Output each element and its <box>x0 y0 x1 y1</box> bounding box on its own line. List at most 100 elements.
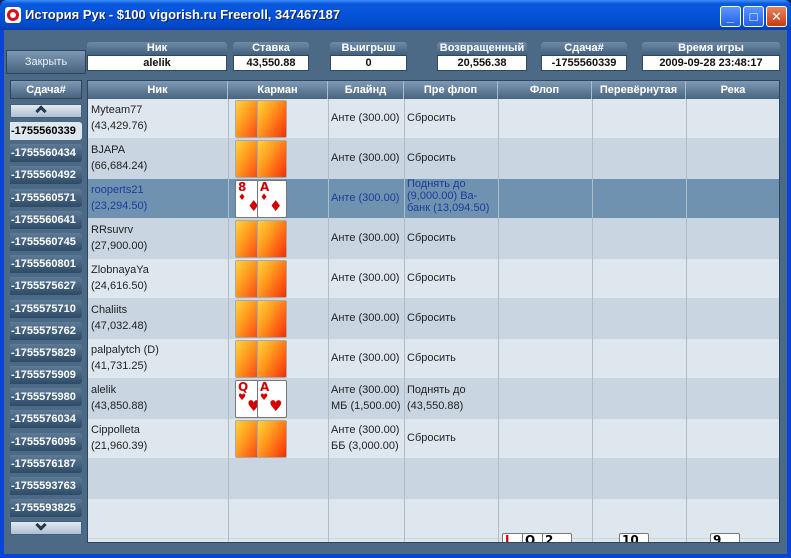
player-nick: BJAPA <box>91 144 126 156</box>
deals-scroll-up-button[interactable] <box>10 104 82 118</box>
close-window-button[interactable]: ✕ <box>766 6 787 27</box>
player-nick: RRsuvrv <box>91 224 134 236</box>
column-divider <box>228 99 229 542</box>
deal-item[interactable]: -1755575627 <box>10 277 82 296</box>
table-row[interactable]: Chaliits (47,032.48) Анте (300.00) Сбросить <box>88 299 779 342</box>
deal-item[interactable]: -1755560801 <box>10 255 82 274</box>
player-stack: (24,616.50) <box>91 280 148 292</box>
player-cell: Cippolleta (21,960.39) <box>91 422 226 462</box>
deal-item[interactable]: -1755576095 <box>10 432 82 451</box>
header-deal-value: -1755560339 <box>541 55 627 71</box>
table-row[interactable]: BJAPA (66,684.24) Анте (300.00) Сбросить <box>88 139 779 182</box>
column-divider <box>328 99 329 542</box>
column-header[interactable]: Карман <box>228 81 328 99</box>
deal-item[interactable]: -1755575829 <box>10 343 82 362</box>
hole-cards <box>231 300 291 338</box>
deal-item[interactable]: -1755593763 <box>10 477 82 495</box>
player-cell: Chaliits (47,032.48) <box>91 302 226 342</box>
deal-item[interactable]: -1755560339 <box>10 122 82 140</box>
blind-ante: Анте (300.00) <box>331 424 400 436</box>
table-row[interactable]: alelik (43,850.88) Q ♥ ♥ A ♥ ♥ Анте (300.00) МБ (… <box>88 379 779 422</box>
deals-scroll-down-button[interactable] <box>10 519 82 536</box>
minimize-icon: _ <box>726 9 735 24</box>
playing-card: 9♠♠ <box>710 533 740 542</box>
table-row[interactable]: ZlobnayaYa (24,616.50) Анте (300.00) Сброси… <box>88 259 779 299</box>
card-back <box>257 100 287 138</box>
deal-item[interactable]: -1755575762 <box>10 321 82 340</box>
column-divider <box>686 99 687 542</box>
deal-item[interactable]: -1755575980 <box>10 388 82 407</box>
player-stack: (27,900.00) <box>91 240 148 252</box>
table-row[interactable]: palpalytch (D) (41,731.25) Анте (300.00) Сб… <box>88 339 779 379</box>
blind-ante: Анте (300.00) <box>331 232 400 244</box>
blind-cell: Анте (300.00) МБ (1,500.00) <box>331 382 405 422</box>
column-header[interactable]: Блайнд <box>328 81 404 99</box>
maximize-icon: □ <box>749 9 758 24</box>
table-row[interactable]: Cippolleta (21,960.39) Анте (300.00) ББ (3,… <box>88 419 779 462</box>
column-header[interactable]: Река <box>686 81 779 99</box>
blind-amount: ББ (3,000.00) <box>331 440 399 452</box>
deal-item[interactable]: -1755576034 <box>10 410 82 429</box>
preflop-action: Поднять до (9,000.00) Ва-банк (13,094.50… <box>407 178 490 214</box>
hole-cards: 8 ♦ ♦ A ♦ ♦ <box>231 180 291 218</box>
header-returned-label: Возвращенный <box>437 42 527 55</box>
deal-item[interactable]: -1755560745 <box>10 232 82 251</box>
hole-cards: Q ♥ ♥ A ♥ ♥ <box>231 380 291 418</box>
column-divider <box>498 99 499 542</box>
blind-cell: Анте (300.00) ББ (3,000.00) <box>331 422 405 462</box>
blind-ante: Анте (300.00) <box>331 112 400 124</box>
close-button[interactable]: Закрыть <box>6 50 86 74</box>
window-title: История Рук - $100 vigorish.ru Freeroll,… <box>25 7 341 22</box>
card-back <box>257 300 287 338</box>
playing-card: A ♥ ♥ <box>257 380 287 418</box>
minimize-button[interactable]: _ <box>720 6 741 27</box>
table-row[interactable]: rooperts21 (23,294.50) 8 ♦ ♦ A ♦ ♦ Анте (300.00)… <box>88 178 779 219</box>
table-row[interactable]: Myteam77 (43,429.76) Анте (300.00) Сбросить <box>88 99 779 139</box>
maximize-button[interactable]: □ <box>743 6 764 27</box>
player-nick: rooperts21 <box>91 184 144 196</box>
card-suit: ♦ <box>238 193 247 203</box>
player-cell: alelik (43,850.88) <box>91 382 226 422</box>
player-nick: ZlobnayaYa <box>91 264 149 276</box>
table-row[interactable]: RRsuvrv (27,900.00) Анте (300.00) Сбросить <box>88 219 779 259</box>
column-divider <box>404 99 405 542</box>
card-rank: 8 <box>238 180 247 194</box>
card-suit-pip: ♥ <box>269 397 283 415</box>
close-icon: ✕ <box>771 9 782 24</box>
header-returned: Возвращенный 20,556.38 <box>437 42 527 72</box>
empty-row <box>88 459 779 499</box>
card-back <box>257 260 287 298</box>
hole-cards <box>231 340 291 378</box>
column-header[interactable]: Флоп <box>498 81 592 99</box>
card-rank: A <box>260 180 270 194</box>
history-window: История Рук - $100 vigorish.ru Freeroll,… <box>0 0 791 558</box>
player-stack: (23,294.50) <box>91 200 148 212</box>
title-bar[interactable]: История Рук - $100 vigorish.ru Freeroll,… <box>0 0 791 30</box>
preflop-action: Поднять до (43,550.88) <box>407 384 466 412</box>
player-stack: (43,850.88) <box>91 400 148 412</box>
deal-item[interactable]: -1755560571 <box>10 188 82 207</box>
player-cell: BJAPA (66,684.24) <box>91 142 226 182</box>
card-rank: 2 <box>545 533 554 543</box>
deals-panel: Сдача# -1755560339 -1755560434 -1755560492… <box>10 80 82 542</box>
column-header[interactable]: Ник <box>88 81 228 99</box>
deal-item[interactable]: -1755576187 <box>10 454 82 473</box>
client-area: Закрыть Ник alelik Ставка 43,550.88 Выиг… <box>4 30 787 554</box>
card-rank: J <box>505 533 510 543</box>
deal-item[interactable]: -1755575909 <box>10 366 82 385</box>
deal-item[interactable]: -1755593825 <box>10 499 82 518</box>
column-header[interactable]: Перевёрнутая <box>592 81 686 99</box>
deal-item[interactable]: -1755560641 <box>10 210 82 229</box>
deal-item[interactable]: -1755560492 <box>10 166 82 185</box>
column-header[interactable]: Пре флоп <box>404 81 498 99</box>
card-rank: Q <box>238 380 249 394</box>
header-time: Время игры 2009-09-28 23:48:17 <box>642 42 780 72</box>
deal-item[interactable]: -1755560434 <box>10 144 82 163</box>
header-bet-label: Ставка <box>233 42 309 55</box>
chevron-down-icon <box>35 519 47 532</box>
card-suit: ♦ <box>260 193 269 203</box>
player-nick: alelik <box>91 384 117 396</box>
deal-item[interactable]: -1755575710 <box>10 299 82 318</box>
player-stack: (47,032.48) <box>91 320 148 332</box>
player-stack: (66,684.24) <box>91 160 148 172</box>
